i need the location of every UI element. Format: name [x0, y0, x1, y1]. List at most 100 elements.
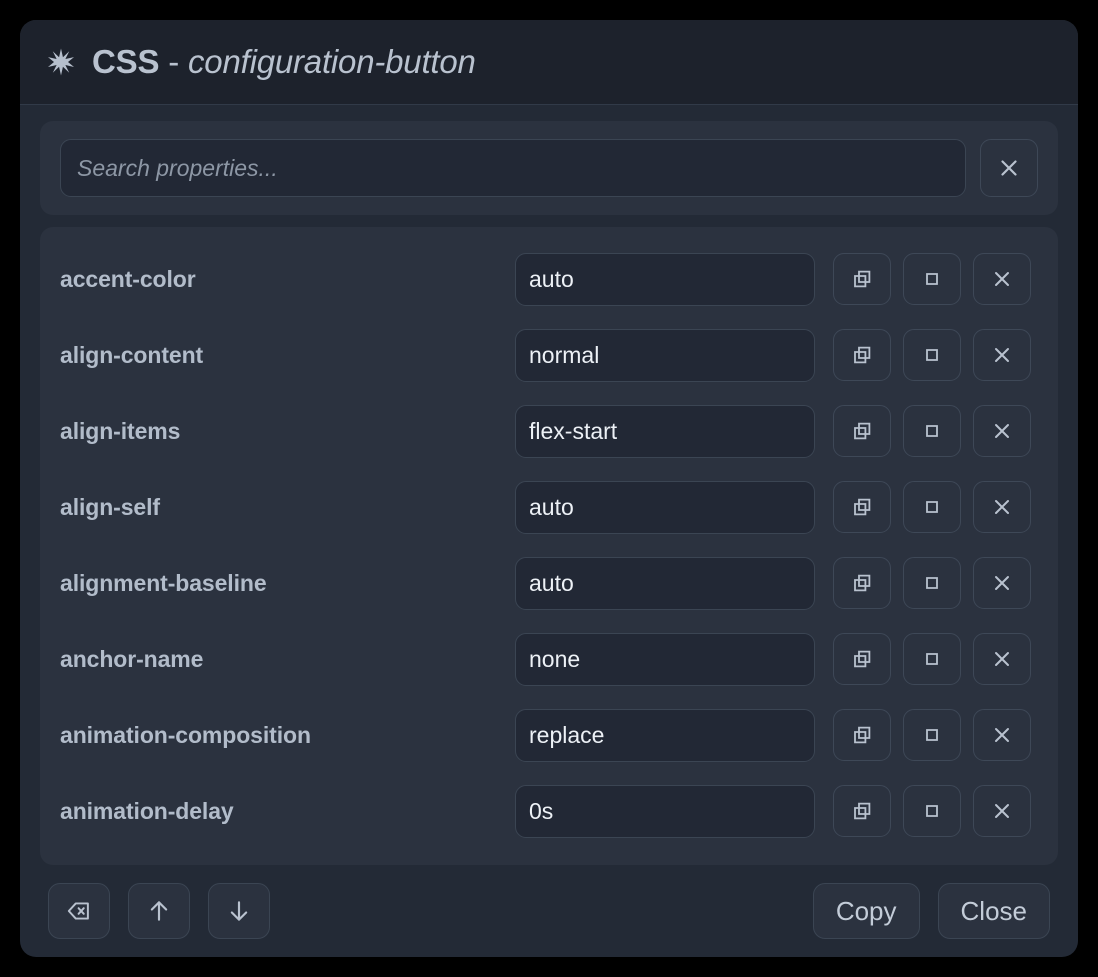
move-down-button[interactable] — [208, 883, 270, 939]
property-name-label: align-content — [60, 342, 515, 369]
property-name-label: align-self — [60, 494, 515, 521]
copy-property-button[interactable] — [833, 481, 891, 533]
title-app-label: CSS — [92, 43, 159, 80]
delete-property-button[interactable] — [973, 329, 1031, 381]
copy-property-button[interactable] — [833, 329, 891, 381]
property-row-actions — [833, 253, 1031, 305]
arrow-up-icon — [146, 898, 172, 924]
arrow-down-icon — [226, 898, 252, 924]
square-icon — [920, 647, 944, 671]
copy-property-button[interactable] — [833, 633, 891, 685]
copy-icon — [850, 495, 874, 519]
property-row: animation-delay — [60, 773, 1038, 849]
search-panel — [40, 121, 1058, 215]
copy-icon — [850, 799, 874, 823]
square-icon — [920, 799, 944, 823]
delete-property-button[interactable] — [973, 557, 1031, 609]
delete-property-button[interactable] — [973, 785, 1031, 837]
footer-toolbar: Copy Close — [20, 865, 1078, 957]
property-row-actions — [833, 329, 1031, 381]
paste-property-button[interactable] — [903, 557, 961, 609]
property-row: animation-composition — [60, 697, 1038, 773]
close-x-icon — [990, 799, 1014, 823]
copy-property-button[interactable] — [833, 253, 891, 305]
property-value-input[interactable] — [515, 481, 815, 534]
close-x-icon — [990, 267, 1014, 291]
copy-icon — [850, 723, 874, 747]
property-value-input[interactable] — [515, 253, 815, 306]
copy-property-button[interactable] — [833, 405, 891, 457]
backspace-delete-button[interactable] — [48, 883, 110, 939]
property-value-input[interactable] — [515, 709, 815, 762]
paste-property-button[interactable] — [903, 633, 961, 685]
property-row: align-content — [60, 317, 1038, 393]
copy-button[interactable]: Copy — [813, 883, 920, 939]
square-icon — [920, 495, 944, 519]
copy-icon — [850, 419, 874, 443]
backspace-delete-icon — [66, 898, 92, 924]
property-name-label: alignment-baseline — [60, 570, 515, 597]
page-title: CSS - configuration-button — [92, 43, 476, 81]
property-value-input[interactable] — [515, 633, 815, 686]
paste-property-button[interactable] — [903, 253, 961, 305]
title-separator: - — [159, 43, 188, 80]
property-row-actions — [833, 557, 1031, 609]
property-row-actions — [833, 709, 1031, 761]
close-x-icon — [990, 419, 1014, 443]
delete-property-button[interactable] — [973, 405, 1031, 457]
property-row-actions — [833, 785, 1031, 837]
property-name-label: accent-color — [60, 266, 515, 293]
delete-property-button[interactable] — [973, 709, 1031, 761]
copy-property-button[interactable] — [833, 709, 891, 761]
css-properties-window: CSS - configuration-button accent-colora… — [20, 20, 1078, 957]
property-value-input[interactable] — [515, 785, 815, 838]
copy-icon — [850, 571, 874, 595]
property-row: align-self — [60, 469, 1038, 545]
paste-property-button[interactable] — [903, 785, 961, 837]
close-x-icon — [990, 571, 1014, 595]
close-x-icon — [990, 723, 1014, 747]
star-asterisk-icon — [46, 47, 76, 77]
property-row-actions — [833, 633, 1031, 685]
property-row-actions — [833, 481, 1031, 533]
property-row: anchor-name — [60, 621, 1038, 697]
square-icon — [920, 343, 944, 367]
property-value-input[interactable] — [515, 557, 815, 610]
copy-icon — [850, 647, 874, 671]
square-icon — [920, 723, 944, 747]
paste-property-button[interactable] — [903, 709, 961, 761]
move-up-button[interactable] — [128, 883, 190, 939]
copy-property-button[interactable] — [833, 785, 891, 837]
window-titlebar: CSS - configuration-button — [20, 20, 1078, 105]
square-icon — [920, 267, 944, 291]
square-icon — [920, 571, 944, 595]
property-row-actions — [833, 405, 1031, 457]
paste-property-button[interactable] — [903, 329, 961, 381]
title-selector: configuration-button — [188, 43, 476, 80]
property-name-label: anchor-name — [60, 646, 515, 673]
delete-property-button[interactable] — [973, 253, 1031, 305]
property-row: align-items — [60, 393, 1038, 469]
close-x-icon — [990, 343, 1014, 367]
delete-property-button[interactable] — [973, 633, 1031, 685]
property-list-scroll[interactable]: accent-color align-content align-items alig… — [40, 227, 1058, 865]
close-x-icon — [996, 155, 1022, 181]
property-name-label: animation-delay — [60, 798, 515, 825]
close-x-icon — [990, 647, 1014, 671]
paste-property-button[interactable] — [903, 405, 961, 457]
property-name-label: align-items — [60, 418, 515, 445]
copy-property-button[interactable] — [833, 557, 891, 609]
copy-icon — [850, 267, 874, 291]
property-value-input[interactable] — [515, 405, 815, 458]
close-button[interactable]: Close — [938, 883, 1050, 939]
property-value-input[interactable] — [515, 329, 815, 382]
property-list-panel: accent-color align-content align-items alig… — [40, 227, 1058, 865]
delete-property-button[interactable] — [973, 481, 1031, 533]
clear-search-button[interactable] — [980, 139, 1038, 197]
copy-icon — [850, 343, 874, 367]
paste-property-button[interactable] — [903, 481, 961, 533]
square-icon — [920, 419, 944, 443]
property-name-label: animation-composition — [60, 722, 515, 749]
property-row: accent-color — [60, 241, 1038, 317]
search-input[interactable] — [60, 139, 966, 197]
